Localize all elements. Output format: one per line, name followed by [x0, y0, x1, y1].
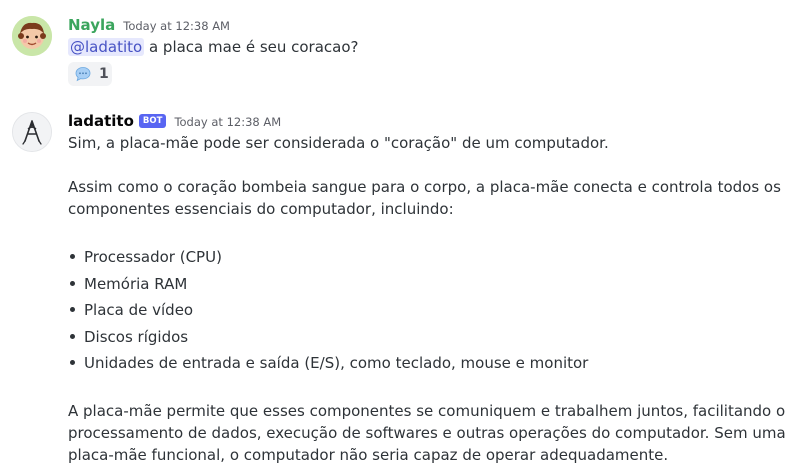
list-item: Placa de vídeo	[84, 301, 194, 319]
avatar-icon	[12, 16, 52, 56]
message-header: Nayla Today at 12:38 AM	[68, 16, 230, 34]
timestamp[interactable]: Today at 12:38 AM	[123, 19, 230, 33]
bullet-dot	[70, 307, 75, 312]
paragraph-3-line-3: placa-mãe funcional, o computador não se…	[68, 446, 669, 464]
speech-bubble-icon	[75, 67, 91, 82]
paragraph-2-line-1: Assim como o coração bombeia sangue para…	[68, 178, 781, 196]
paragraph-2-line-2: componentes essenciais do computador, in…	[68, 200, 454, 218]
message-content: @ladatito a placa mae é seu coracao?	[68, 36, 359, 58]
list-item: Unidades de entrada e saída (E/S), como …	[84, 354, 589, 372]
list-item: Processador (CPU)	[84, 248, 222, 266]
avatar-nayla[interactable]	[12, 16, 52, 56]
bot-tag: BOT	[138, 114, 167, 128]
paragraph-1: Sim, a placa-mãe pode ser considerada o …	[68, 134, 609, 152]
paragraph-3-line-2: processamento de dados, execução de soft…	[68, 424, 786, 442]
bullet-dot	[70, 360, 75, 365]
avatar-ladatito[interactable]	[12, 112, 52, 152]
message-text: a placa mae é seu coracao?	[148, 38, 359, 56]
username[interactable]: ladatito	[68, 112, 134, 130]
user-mention[interactable]: @ladatito	[68, 38, 145, 56]
reaction-count: 1	[99, 66, 109, 82]
list-item: Memória RAM	[84, 275, 188, 293]
timestamp[interactable]: Today at 12:38 AM	[174, 115, 281, 129]
username[interactable]: Nayla	[68, 16, 115, 34]
message-header: ladatito BOT Today at 12:38 AM	[68, 112, 281, 131]
paragraph-3-line-1: A placa-mãe permite que esses componente…	[68, 402, 786, 420]
reaction-button[interactable]: 1	[68, 62, 112, 86]
list-item: Discos rígidos	[84, 328, 189, 346]
bullet-dot	[70, 281, 75, 286]
bullet-dot	[70, 254, 75, 259]
bullet-dot	[70, 334, 75, 339]
bot-logo-icon	[13, 113, 51, 151]
